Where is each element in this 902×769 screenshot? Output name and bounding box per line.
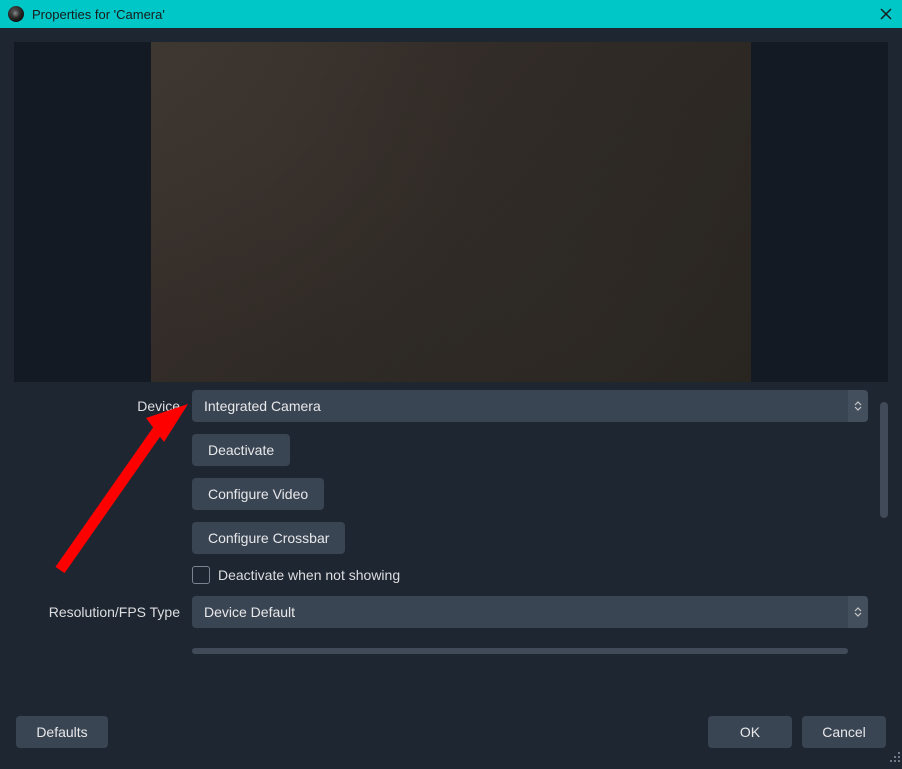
dialog-footer: Defaults OK Cancel xyxy=(0,702,902,764)
deactivate-when-not-showing-checkbox[interactable] xyxy=(192,566,210,584)
camera-preview xyxy=(151,42,751,382)
configure-video-button[interactable]: Configure Video xyxy=(192,478,324,510)
deactivate-button[interactable]: Deactivate xyxy=(192,434,290,466)
device-label: Device xyxy=(14,398,192,414)
defaults-button[interactable]: Defaults xyxy=(16,716,108,748)
settings-panel: Device Integrated Camera Deactivate Conf… xyxy=(14,390,888,702)
deactivate-when-not-showing-label: Deactivate when not showing xyxy=(218,567,400,583)
resolution-type-select[interactable]: Device Default xyxy=(192,596,868,628)
horizontal-scrollbar[interactable] xyxy=(192,648,848,654)
close-button[interactable] xyxy=(878,6,894,22)
resize-grip[interactable] xyxy=(888,750,902,764)
resolution-type-label: Resolution/FPS Type xyxy=(14,604,192,620)
window-title: Properties for 'Camera' xyxy=(32,7,165,22)
select-stepper-icon xyxy=(848,390,868,422)
preview-area xyxy=(14,42,888,382)
device-select[interactable]: Integrated Camera xyxy=(192,390,868,422)
vertical-scrollbar[interactable] xyxy=(880,402,888,518)
ok-button[interactable]: OK xyxy=(708,716,792,748)
cancel-button[interactable]: Cancel xyxy=(802,716,886,748)
close-icon xyxy=(879,7,893,21)
dialog-content: Device Integrated Camera Deactivate Conf… xyxy=(0,28,902,764)
select-stepper-icon xyxy=(848,596,868,628)
configure-crossbar-button[interactable]: Configure Crossbar xyxy=(192,522,345,554)
obs-icon xyxy=(8,6,24,22)
resolution-type-selected-value: Device Default xyxy=(192,604,848,620)
titlebar[interactable]: Properties for 'Camera' xyxy=(0,0,902,28)
device-selected-value: Integrated Camera xyxy=(192,398,848,414)
